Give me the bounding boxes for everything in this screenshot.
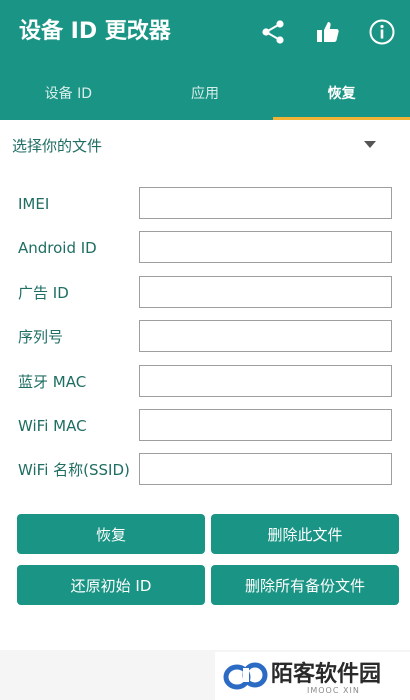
share-icon — [262, 20, 284, 44]
watermark: 陌客软件园 IMOOC XIN — [215, 652, 410, 700]
android-id-field[interactable] — [139, 231, 392, 263]
app-title: 设备 ID 更改器 — [19, 19, 171, 44]
ad-id-field[interactable] — [139, 276, 392, 308]
app-bar: 设备 ID 更改器 — [0, 0, 410, 66]
share-button[interactable] — [258, 17, 288, 47]
tab-restore[interactable]: 恢复 — [273, 66, 410, 120]
wifi-ssid-field[interactable] — [139, 453, 392, 485]
ad-id-label: 广告 ID — [18, 284, 69, 302]
file-select-dropdown[interactable]: 选择你的文件 — [0, 122, 410, 168]
info-button[interactable] — [367, 17, 397, 47]
wifi-mac-label: WiFi MAC — [18, 417, 87, 435]
file-select-label: 选择你的文件 — [12, 137, 103, 155]
wifi-mac-field[interactable] — [139, 409, 392, 441]
delete-all-backups-button[interactable]: 删除所有备份文件 — [211, 565, 399, 605]
tab-device-id[interactable]: 设备 ID — [0, 66, 137, 120]
android-id-label: Android ID — [18, 239, 97, 257]
info-icon — [369, 19, 395, 45]
dropdown-arrow-icon — [364, 141, 376, 148]
wifi-ssid-label: WiFi 名称(SSID) — [18, 461, 130, 479]
bluetooth-mac-label: 蓝牙 MAC — [18, 373, 87, 391]
thumbs-up-icon — [317, 22, 339, 42]
watermark-subtext: IMOOC XIN — [307, 686, 360, 695]
delete-file-button[interactable]: 删除此文件 — [211, 514, 399, 554]
imei-label: IMEI — [18, 195, 50, 213]
serial-number-label: 序列号 — [18, 328, 64, 346]
watermark-text: 陌客软件园 — [271, 661, 382, 687]
tab-bar: 设备 ID 应用 恢复 — [0, 66, 410, 120]
imei-field[interactable] — [139, 187, 392, 219]
bluetooth-mac-field[interactable] — [139, 365, 392, 397]
watermark-logo-icon — [223, 662, 268, 690]
reset-initial-id-button[interactable]: 还原初始 ID — [17, 565, 205, 605]
restore-button[interactable]: 恢复 — [17, 514, 205, 554]
tab-apps[interactable]: 应用 — [137, 66, 274, 120]
like-button[interactable] — [313, 17, 343, 47]
serial-number-field[interactable] — [139, 320, 392, 352]
